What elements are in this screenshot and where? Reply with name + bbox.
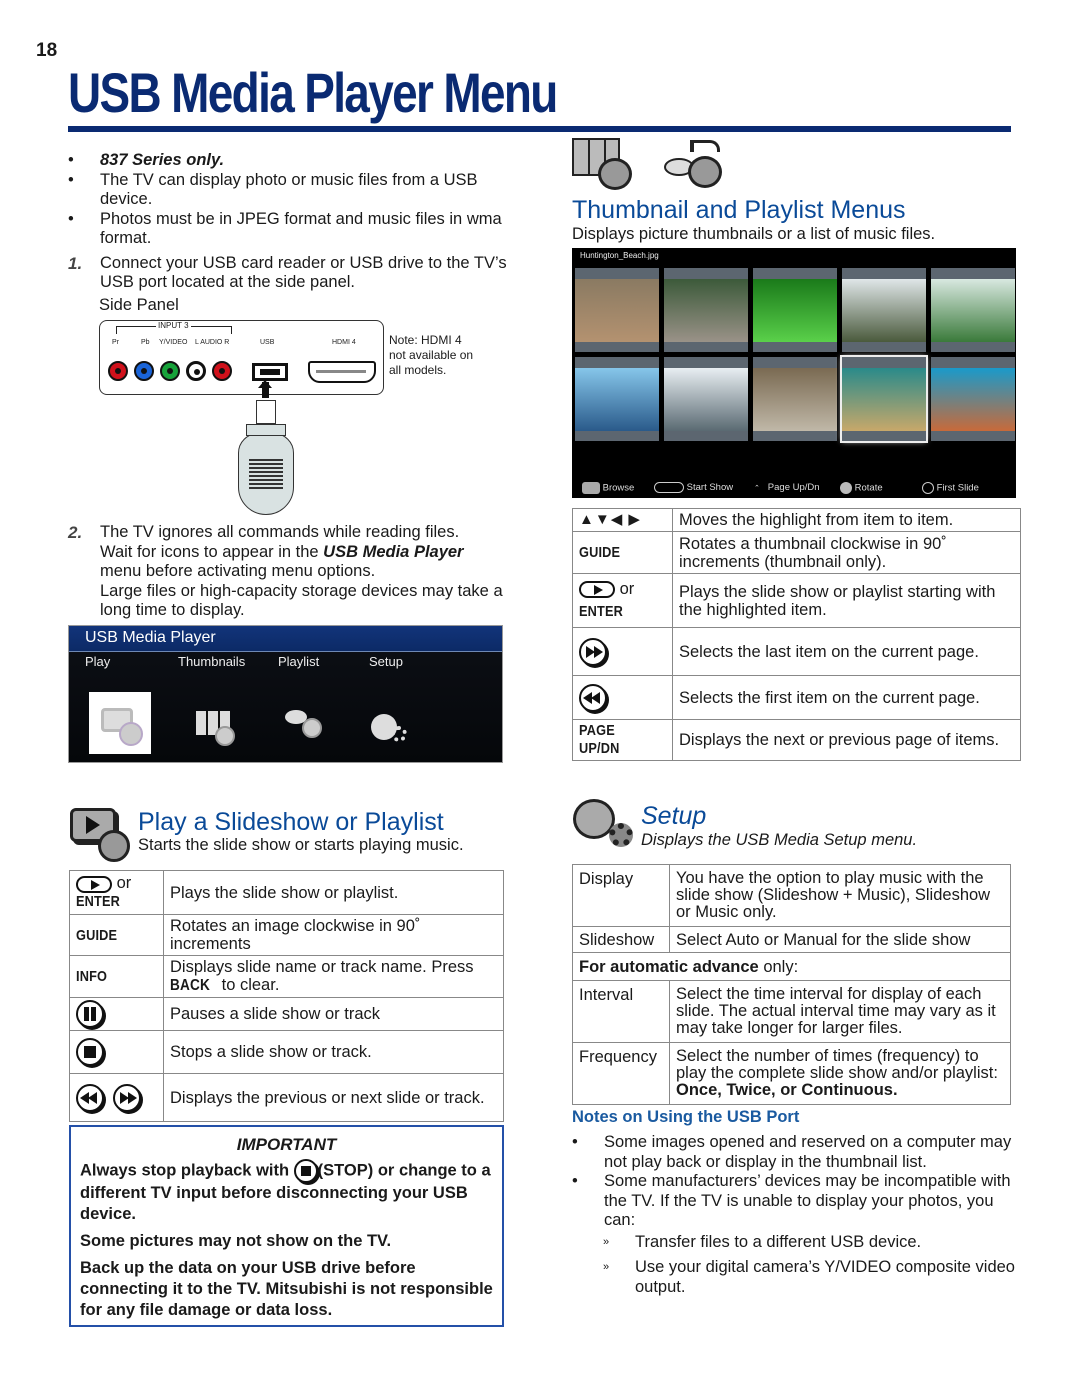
- thumbnail-section-title: Thumbnail and Playlist Menus: [572, 196, 906, 224]
- setup-table: Display You have the option to play musi…: [572, 864, 1011, 1105]
- fast-forward-icon: [579, 637, 607, 666]
- key-label: GUIDE: [76, 926, 118, 944]
- legend-start-show: Start Show: [654, 482, 733, 493]
- tab-thumbnails[interactable]: Thumbnails: [178, 654, 245, 669]
- hdmi-note: Note: HDMI 4 not available on all models…: [389, 333, 474, 377]
- rewind-icon: [579, 683, 607, 712]
- tab-play[interactable]: Play: [85, 654, 110, 669]
- stop-icon: [76, 1038, 104, 1066]
- table-row: Interval Select the time interval for di…: [572, 980, 1011, 1043]
- thumbnail-volcano[interactable]: [664, 357, 748, 441]
- next-icon: [113, 1083, 142, 1112]
- side-panel-diagram: INPUT 3 Pr Pb Y/VIDEO L AUDIO R USB HDMI…: [99, 320, 384, 395]
- thumbnail-section-subtitle: Displays picture thumbnails or a list of…: [572, 225, 936, 243]
- play-slideshow-icon: [68, 806, 132, 862]
- title-rule: [68, 126, 1011, 132]
- intro-list: • 837 Series only. • The TV can display ph…: [68, 151, 518, 315]
- thumbnail-butterfly[interactable]: [753, 268, 837, 352]
- setup-section-subtitle: Displays the USB Media Setup menu.: [641, 831, 918, 849]
- table-row: For automatic advance only:: [572, 952, 1011, 981]
- play-section-title: Play a Slideshow or Playlist: [138, 808, 444, 836]
- usb-drive-icon: [256, 400, 276, 424]
- important-notice: IMPORTANT Always stop playback with (STO…: [69, 1125, 504, 1327]
- legend-page-up-dn: ⌃ Page Up/Dn: [754, 482, 820, 493]
- important-heading: IMPORTANT: [236, 1135, 337, 1154]
- thumbnail-hotel[interactable]: [931, 357, 1015, 441]
- play-keys-table: or ENTER Plays the slide show or playlist…: [69, 870, 504, 1122]
- key-label: GUIDE: [579, 544, 621, 561]
- table-row: Selects the last item on the current pag…: [572, 627, 1021, 676]
- table-row: Stops a slide show or track.: [69, 1030, 504, 1074]
- pause-icon: [76, 1000, 104, 1028]
- thumbnail-rhino[interactable]: [664, 268, 748, 352]
- table-row: PAGE UP/DN Displays the next or previous…: [572, 719, 1021, 761]
- input-group-label: INPUT 3: [156, 321, 191, 330]
- video-jack: [160, 361, 180, 381]
- previous-icon: [76, 1083, 104, 1112]
- thumbnail-panda[interactable]: [575, 268, 659, 352]
- osd-title: USB Media Player: [69, 626, 502, 652]
- table-row: Slideshow Select Auto or Manual for the …: [572, 926, 1011, 953]
- list-item: • Some manufacturers’ devices may be inco…: [572, 1172, 1011, 1229]
- key-label: ENTER: [76, 892, 121, 910]
- thumbnail-garden[interactable]: [931, 268, 1015, 352]
- table-row: GUIDE Rotates a thumbnail clockwise in 9…: [572, 531, 1021, 574]
- table-row: GUIDE Rotates an image clockwise in 90˚ …: [69, 914, 504, 956]
- audio-l-jack: [186, 361, 206, 381]
- setup-icon: [571, 797, 637, 849]
- play-icon-selected[interactable]: [89, 692, 151, 754]
- stop-icon: [293, 1159, 318, 1183]
- tab-setup[interactable]: Setup: [369, 654, 403, 669]
- page-title: USB Media Player Menu: [68, 61, 558, 124]
- key-label: ENTER: [579, 603, 624, 620]
- legend-rotate: Rotate: [840, 482, 883, 494]
- thumbnail-bridge[interactable]: [842, 268, 926, 352]
- list-item: » Transfer files to a different USB devic…: [603, 1232, 922, 1251]
- list-item: » Use your digital camera’s Y/VIDEO compo…: [603, 1258, 1015, 1296]
- key-label: PAGE UP/DN: [579, 722, 620, 757]
- notes-title: Notes on Using the USB Port: [572, 1108, 800, 1126]
- side-panel-caption: Side Panel: [99, 295, 179, 314]
- arrow-keys-icon: ▲▼◀ ▶: [572, 508, 673, 532]
- step-1: 1. Connect your USB card reader or USB dr…: [68, 253, 507, 292]
- table-row: Selects the first item on the current pa…: [572, 675, 1021, 720]
- hdmi-port-icon: [308, 361, 376, 383]
- table-row: ▲▼◀ ▶ Moves the highlight from item to i…: [572, 508, 1021, 532]
- filename-label: Huntington_Beach.jpg: [580, 251, 659, 260]
- play-section-subtitle: Starts the slide show or starts playing …: [138, 836, 464, 854]
- list-item: • 837 Series only.: [68, 151, 225, 169]
- usb-port-icon: [252, 363, 288, 381]
- page-number: 18: [36, 40, 58, 61]
- thumbnails-icon: [572, 138, 632, 190]
- tab-playlist[interactable]: Playlist: [278, 654, 319, 669]
- setup-section-title: Setup: [641, 802, 707, 830]
- notes-list: • Some images opened and reserved on a co…: [572, 1133, 1017, 1297]
- play-button-icon: [579, 581, 615, 599]
- legend-first-slide: First Slide: [922, 482, 979, 494]
- step-2: 2. The TV ignores all commands while rea…: [68, 523, 503, 619]
- thumbnail-lake[interactable]: [575, 357, 659, 441]
- table-row: Pauses a slide show or track: [69, 997, 504, 1031]
- pb-jack: [134, 361, 154, 381]
- table-row: Display You have the option to play musi…: [572, 864, 1011, 927]
- legend-browse: Browse: [582, 482, 634, 494]
- table-row: Frequency Select the number of times (fr…: [572, 1042, 1011, 1105]
- key-label: INFO: [76, 968, 108, 985]
- table-row: or ENTER Plays the slide show or playlist…: [69, 870, 504, 915]
- table-row: Displays the previous or next slide or t…: [69, 1073, 504, 1122]
- thumbnail-keys-table: ▲▼◀ ▶ Moves the highlight from item to i…: [572, 508, 1021, 761]
- playlist-icon: [660, 138, 728, 190]
- list-item: • Some images opened and reserved on a co…: [572, 1133, 1012, 1171]
- list-item: • Photos must be in JPEG format and music…: [68, 209, 502, 248]
- table-row: or ENTER Plays the slide show or playlist…: [572, 573, 1021, 628]
- thumbnail-beach[interactable]: [840, 355, 928, 443]
- list-item: • The TV can display photo or music files…: [68, 170, 478, 209]
- audio-r-jack: [212, 361, 232, 381]
- usb-media-player-osd: USB Media Player Play Thumbnails Playlis…: [68, 625, 503, 763]
- play-button-icon: [76, 875, 112, 893]
- thumbnail-waterfall[interactable]: [753, 357, 837, 441]
- table-row: INFO Displays slide name or track name. …: [69, 955, 504, 998]
- thumbnail-screen: Huntington_Beach.jpg Browse Start Show ⌃…: [572, 248, 1016, 498]
- pr-jack: [108, 361, 128, 381]
